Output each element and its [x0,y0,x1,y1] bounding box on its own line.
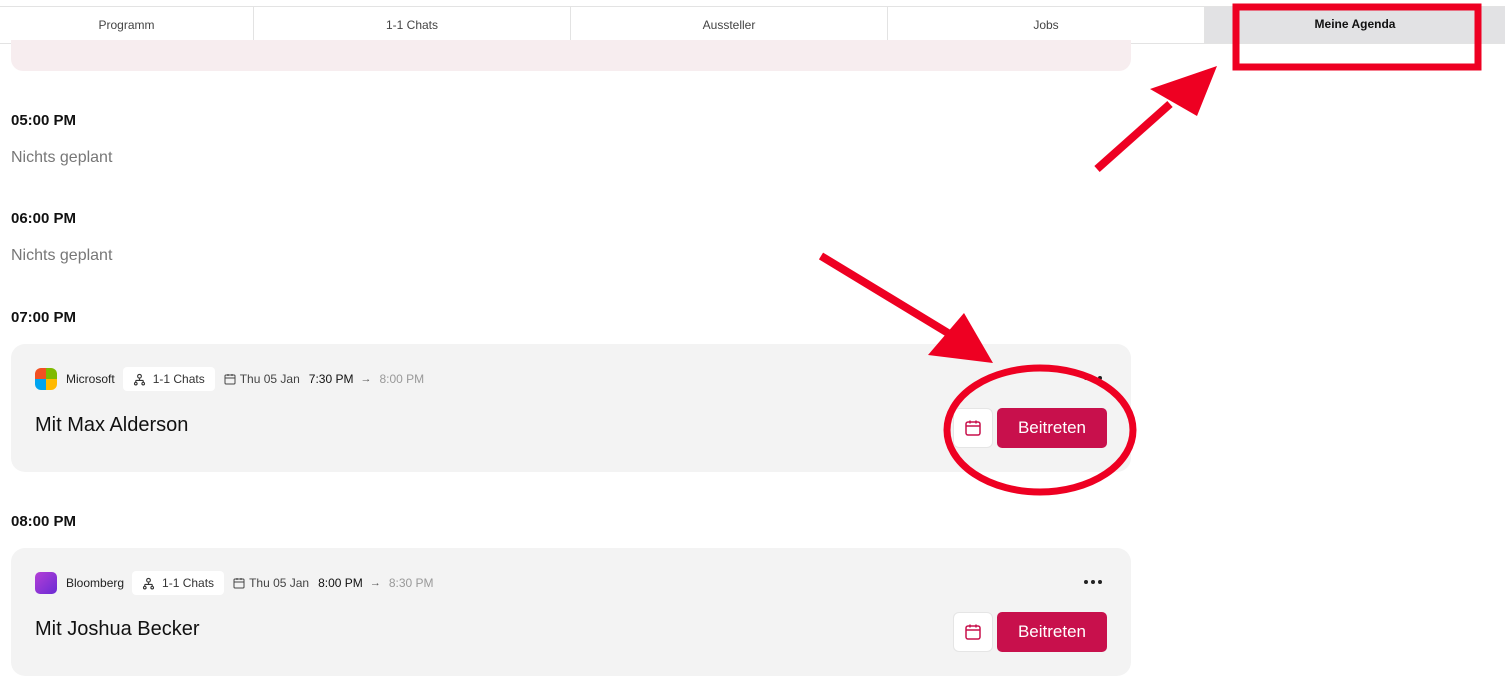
meeting-end-time: 8:00 PM [379,372,425,386]
calendar-icon [965,624,981,640]
meeting-type-chip: 1-1 Chats [122,367,215,391]
calendar-icon [224,374,236,385]
meeting-date: Thu 05 Jan [233,576,309,590]
arrow-right-icon: → [369,577,381,589]
people-icon [133,373,145,386]
add-to-calendar-button[interactable] [953,408,993,448]
annotation-arrow-line [818,252,951,337]
calendar-icon [233,578,245,589]
arrow-right-icon: → [360,373,372,385]
annotation-arrow-line [1094,101,1173,172]
time-slot-label: 06:00 PM [11,210,77,227]
meeting-date-text: Thu 05 Jan [239,372,300,386]
empty-slot-text: Nichts geplant [11,247,113,264]
tab-aussteller[interactable]: Aussteller [571,7,888,43]
annotation-arrowhead [1150,66,1217,116]
calendar-icon [965,420,981,436]
people-icon [142,577,155,590]
meeting-title: Mit Max Alderson [35,414,189,436]
meeting-end-time: 8:30 PM [388,576,434,590]
join-button[interactable]: Beitreten [997,408,1107,448]
bloomberg-logo-icon [35,572,57,594]
time-slot-label: 07:00 PM [11,309,77,326]
more-options-icon[interactable] [1084,376,1102,380]
company-name: Microsoft [66,372,115,386]
tab-1-1-chats[interactable]: 1-1 Chats [254,7,571,43]
empty-slot-text: Nichts geplant [11,149,113,166]
meeting-start-time: 7:30 PM [308,372,354,386]
meeting-date: Thu 05 Jan [224,372,300,386]
meeting-start-time: 8:00 PM [318,576,363,590]
tab-bar: Programm 1-1 Chats Aussteller Jobs Meine… [0,6,1505,44]
previous-card-bottom [11,40,1131,71]
tab-jobs[interactable]: Jobs [888,7,1205,43]
more-options-icon[interactable] [1084,580,1102,584]
add-to-calendar-button[interactable] [953,612,993,652]
time-slot-label: 08:00 PM [11,513,77,530]
meeting-type-label: 1-1 Chats [152,372,205,386]
meeting-date-text: Thu 05 Jan [249,576,310,590]
meeting-card[interactable]: Bloomberg 1-1 Chats Thu 05 Jan 8:00 PM →… [11,548,1131,676]
meeting-title: Mit Joshua Becker [35,618,200,640]
meeting-meta: Bloomberg 1-1 Chats Thu 05 Jan 8:00 PM →… [35,571,434,595]
meeting-type-chip: 1-1 Chats [132,571,225,595]
tab-programm[interactable]: Programm [0,7,254,43]
meeting-type-label: 1-1 Chats [162,576,215,590]
microsoft-logo-icon [35,368,57,390]
meeting-card[interactable]: Microsoft 1-1 Chats Thu 05 Jan 7:30 PM →… [11,344,1131,472]
join-button[interactable]: Beitreten [997,612,1107,652]
meeting-meta: Microsoft 1-1 Chats Thu 05 Jan 7:30 PM →… [35,367,425,391]
time-slot-label: 05:00 PM [11,112,77,129]
company-name: Bloomberg [66,576,125,590]
tab-meine-agenda[interactable]: Meine Agenda [1205,7,1505,43]
